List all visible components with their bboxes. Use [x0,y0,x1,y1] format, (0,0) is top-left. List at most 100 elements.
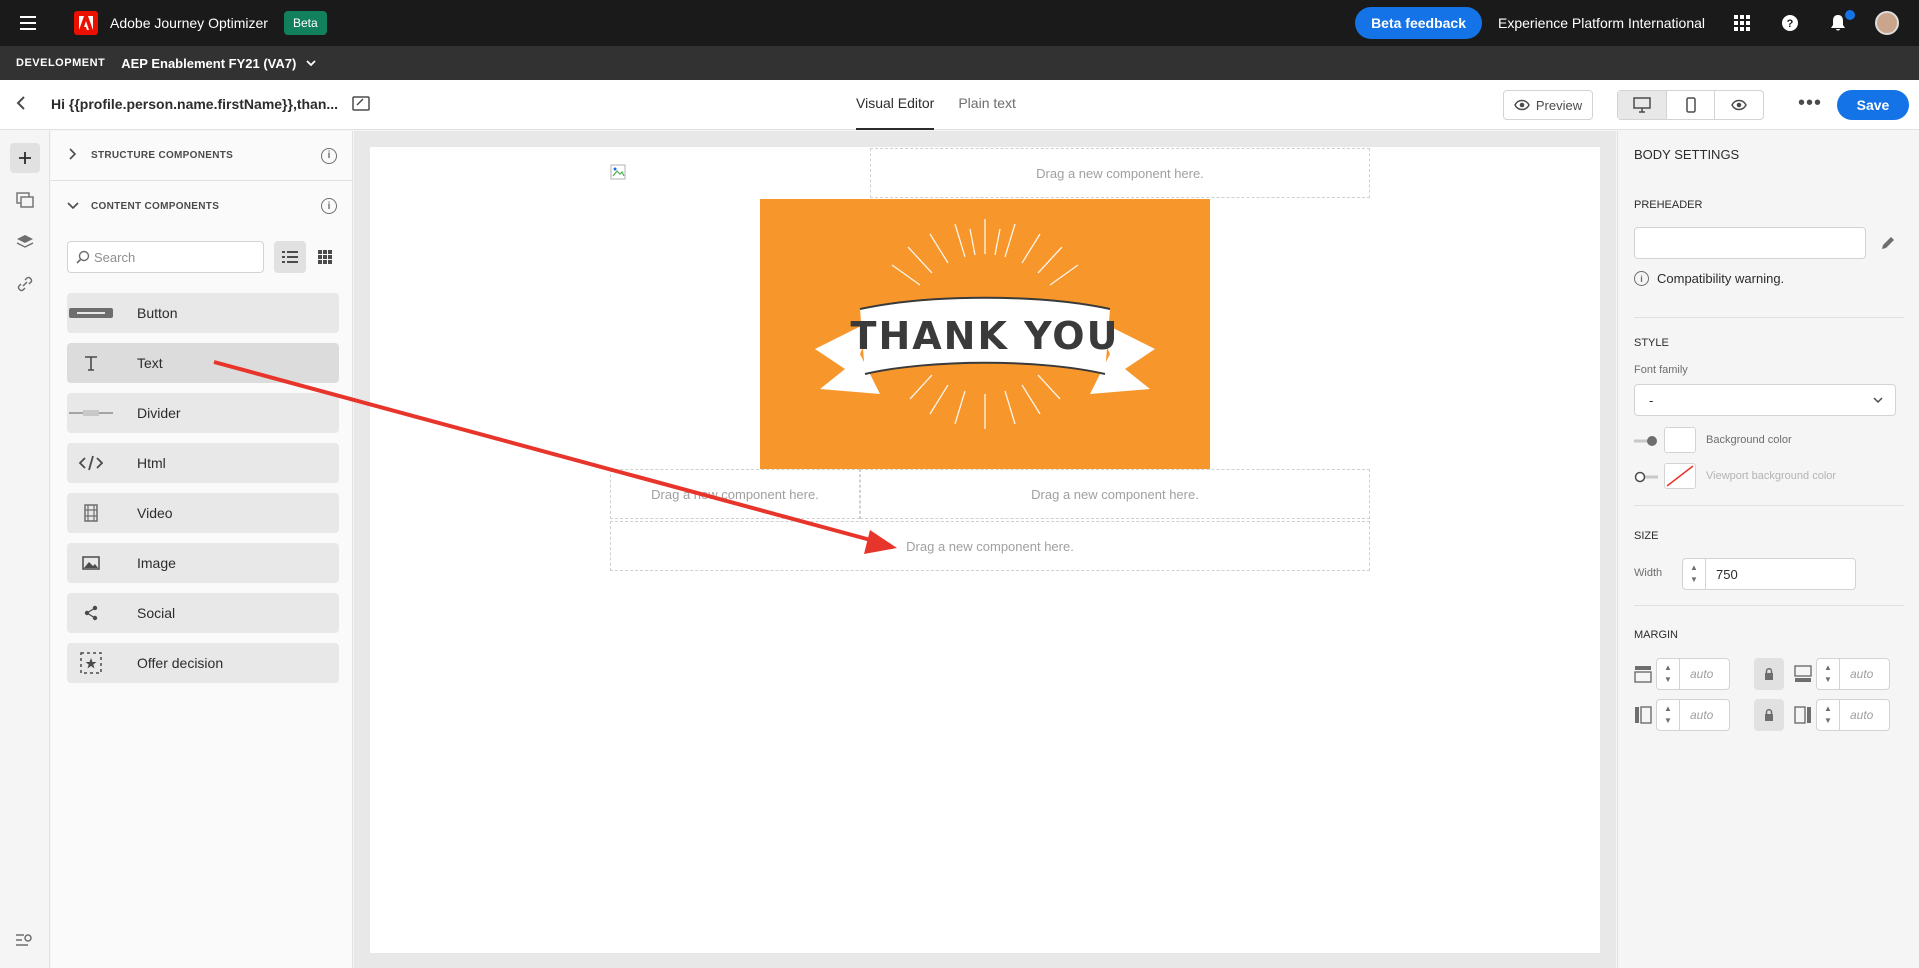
assets-icon[interactable] [10,185,40,215]
settings-layers-icon[interactable] [14,931,32,954]
margin-bottom-input[interactable]: auto [1840,658,1890,690]
preheader-label: PREHEADER [1634,199,1703,211]
margin-top-input[interactable]: auto [1680,658,1730,690]
structure-components-header[interactable]: STRUCTURE COMPONENTS i [51,131,353,181]
mobile-view-icon[interactable] [1667,91,1716,119]
tab-plain-text[interactable]: Plain text [958,80,1016,130]
font-family-label: Font family [1634,364,1688,376]
divider [1634,605,1904,606]
preheader-input[interactable] [1634,227,1866,259]
list-view-icon[interactable] [274,241,306,273]
component-label: Offer decision [137,655,224,671]
film-icon [67,504,115,522]
top-bar: Adobe Journey Optimizer Beta Beta feedba… [0,0,1919,46]
email-canvas[interactable]: Drag a new component here. THANK YOU Dra… [370,147,1600,953]
desktop-view-icon[interactable] [1618,91,1667,119]
broken-image-icon[interactable] [610,164,626,180]
menu-icon[interactable] [20,16,44,30]
info-icon[interactable]: i [321,147,337,164]
margin-top-stepper[interactable]: ▲ ▼ [1656,658,1680,690]
background-color-swatch[interactable] [1664,427,1696,453]
background-color-toggle[interactable] [1634,434,1658,446]
editor-tabs: Visual Editor Plain text [856,80,1040,130]
preview-eye-icon[interactable] [1715,91,1763,119]
app-name[interactable]: Adobe Journey Optimizer [110,15,268,31]
margin-right-stepper[interactable]: ▲ ▼ [1816,699,1840,731]
width-stepper[interactable]: ▲ ▼ [1682,558,1706,590]
svg-text:?: ? [1787,18,1794,30]
dropzone[interactable]: Drag a new component here. [860,469,1370,519]
hero-text: THANK YOU [851,314,1120,358]
help-icon[interactable]: ? [1779,12,1801,34]
size-label: SIZE [1634,530,1659,542]
sandbox-switcher[interactable]: AEP Enablement FY21 (VA7) [121,56,296,71]
component-html[interactable]: Html [67,443,339,483]
margin-bottom-stepper[interactable]: ▲ ▼ [1816,658,1840,690]
chevron-right-icon [67,148,83,163]
user-avatar[interactable] [1875,11,1899,35]
org-switcher[interactable]: Experience Platform International [1498,15,1705,31]
component-social[interactable]: Social [67,593,339,633]
dropzone[interactable]: Drag a new component here. [870,148,1370,198]
component-offer-decision[interactable]: Offer decision [67,643,339,683]
chevron-down-icon[interactable] [306,56,316,70]
chevron-down-icon [67,199,83,213]
compatibility-warning: i Compatibility warning. [1634,271,1784,286]
stepper-up-icon[interactable]: ▲ [1690,562,1698,574]
style-label: STYLE [1634,337,1669,349]
lock-icon[interactable] [1754,699,1784,731]
share-icon [67,605,115,621]
margin-right-input[interactable]: auto [1840,699,1890,731]
dropzone[interactable]: Drag a new component here. [610,469,860,519]
margin-left-stepper[interactable]: ▲ ▼ [1656,699,1680,731]
lock-icon[interactable] [1754,658,1784,690]
components-panel: STRUCTURE COMPONENTS i CONTENT COMPONENT… [51,131,353,968]
edit-properties-icon[interactable] [352,95,372,115]
component-button[interactable]: Button [67,293,339,333]
layers-icon[interactable] [10,227,40,257]
eye-icon [1514,99,1530,111]
viewport-bg-swatch[interactable] [1664,463,1696,489]
font-family-value: - [1649,392,1654,408]
add-components-icon[interactable] [10,143,40,173]
save-button[interactable]: Save [1837,90,1909,120]
margin-left-input[interactable]: auto [1680,699,1730,731]
component-search-input[interactable]: Search [67,241,264,273]
info-icon[interactable]: i [321,198,337,214]
chevron-down-icon [1873,397,1883,404]
content-components-label: CONTENT COMPONENTS [91,200,220,212]
viewport-bg-toggle[interactable] [1634,470,1658,483]
dropzone[interactable]: Drag a new component here. [610,521,1370,571]
content-component-list: Button Text Divider Html Video Image Soc… [67,293,339,693]
adobe-logo-icon[interactable] [74,11,98,35]
tab-visual-editor[interactable]: Visual Editor [856,80,935,130]
component-label: Divider [137,405,181,421]
link-icon[interactable] [10,269,40,299]
stepper-down-icon[interactable]: ▼ [1690,574,1698,586]
content-components-header[interactable]: CONTENT COMPONENTS i [51,181,353,231]
canvas-area: Drag a new component here. THANK YOU Dra… [354,131,1616,968]
beta-feedback-button[interactable]: Beta feedback [1355,7,1482,39]
preview-button[interactable]: Preview [1503,90,1593,120]
grid-view-icon[interactable] [309,241,341,273]
environment-label: DEVELOPMENT [16,57,106,69]
body-settings-panel: BODY SETTINGS PREHEADER i Compatibility … [1617,131,1919,968]
notifications-bell-icon[interactable] [1827,10,1855,34]
thank-you-hero-image[interactable]: THANK YOU [760,199,1210,469]
component-video[interactable]: Video [67,493,339,533]
component-label: Button [137,305,178,321]
component-image[interactable]: Image [67,543,339,583]
more-options-icon[interactable]: ••• [1798,92,1822,115]
font-family-select[interactable]: - [1634,384,1896,416]
margin-right-icon [1794,706,1812,724]
apps-grid-icon[interactable] [1731,12,1753,34]
pencil-icon[interactable] [1880,235,1896,256]
info-icon: i [1634,271,1649,286]
image-icon [67,556,115,570]
preview-label: Preview [1535,97,1583,113]
component-divider[interactable]: Divider [67,393,339,433]
back-arrow-icon[interactable] [14,95,34,115]
margin-top-icon [1634,665,1652,683]
component-text[interactable]: Text [67,343,339,383]
width-input[interactable]: 750 [1706,558,1856,590]
